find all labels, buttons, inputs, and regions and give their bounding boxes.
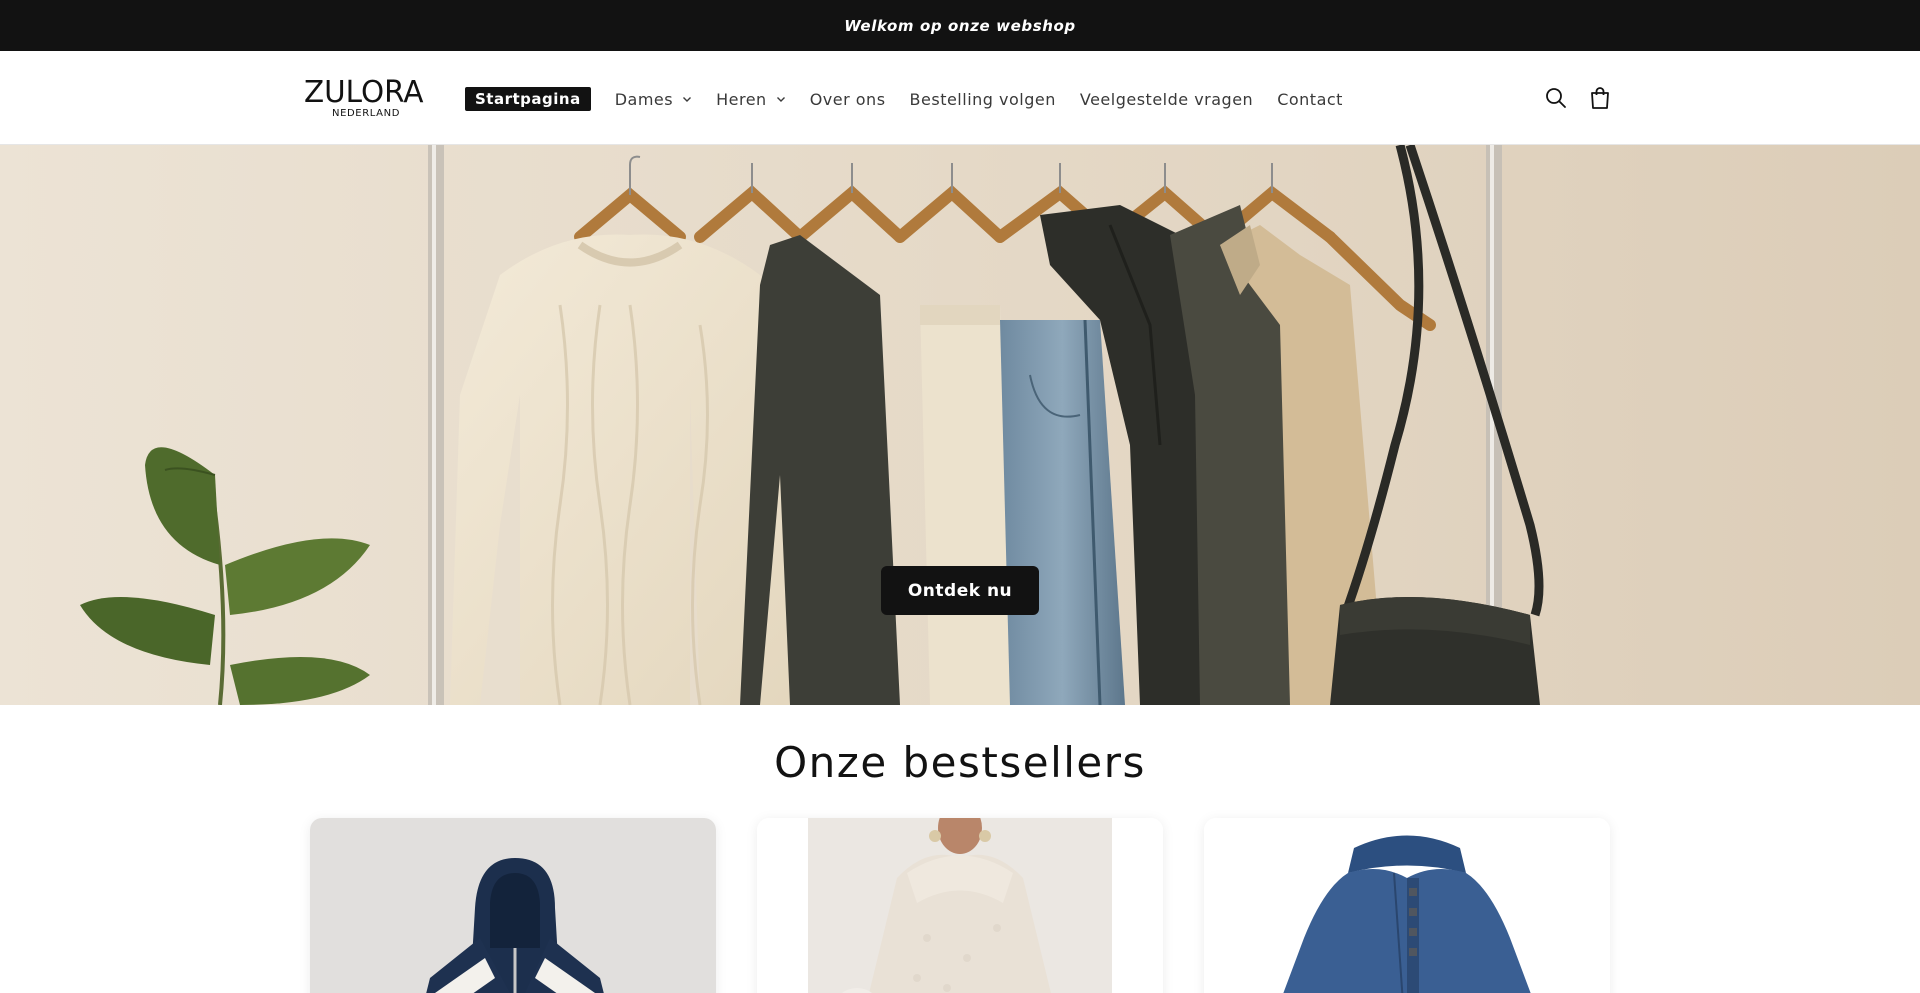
nav-item-startpagina[interactable]: Startpagina [465, 87, 591, 111]
cart-button[interactable] [1587, 85, 1613, 111]
nav-item-contact[interactable]: Contact [1277, 90, 1343, 109]
nav-item-bestelling-volgen[interactable]: Bestelling volgen [910, 90, 1056, 109]
product-image [1204, 818, 1610, 993]
announcement-bar: Welkom op onze webshop [0, 0, 1920, 51]
chevron-down-icon [776, 97, 785, 102]
nav-item-heren[interactable]: Heren [716, 90, 786, 109]
hero-banner: Ontdek nu [0, 145, 1920, 705]
product-card[interactable] [757, 818, 1163, 993]
nav-item-label: Dames [614, 89, 674, 109]
product-image [310, 818, 716, 993]
product-card[interactable] [1204, 818, 1610, 993]
header-icons [1543, 85, 1613, 111]
search-button[interactable] [1543, 85, 1569, 111]
main-nav: Startpagina Dames Heren Over ons Bestell… [465, 84, 1367, 114]
product-image [757, 818, 1163, 993]
nav-item-label: Veelgestelde vragen [1079, 89, 1254, 109]
bestsellers-title: Onze bestsellers [774, 738, 1146, 787]
cart-icon [1591, 87, 1609, 109]
nav-item-label: Bestelling volgen [909, 89, 1056, 109]
search-icon [1546, 88, 1566, 108]
nav-item-over-ons[interactable]: Over ons [810, 90, 886, 109]
chevron-down-icon [683, 97, 692, 102]
hero-image [0, 145, 1920, 705]
nav-item-dames[interactable]: Dames [615, 90, 692, 109]
logo-wordmark: ZULORA [304, 75, 424, 110]
nav-item-label: Heren [716, 89, 767, 109]
product-grid [310, 818, 1610, 993]
product-card[interactable] [310, 818, 716, 993]
site-header: ZULORA NEDERLAND Startpagina Dames Heren… [0, 51, 1920, 145]
nav-item-veelgestelde-vragen[interactable]: Veelgestelde vragen [1080, 90, 1253, 109]
logo[interactable]: ZULORA NEDERLAND [304, 75, 434, 120]
nav-item-label: Over ons [809, 89, 886, 109]
nav-item-label: Startpagina [475, 90, 581, 108]
announcement-text: Welkom op onze webshop [844, 16, 1076, 35]
discover-now-button[interactable]: Ontdek nu [881, 566, 1039, 615]
nav-item-label: Contact [1277, 89, 1343, 109]
